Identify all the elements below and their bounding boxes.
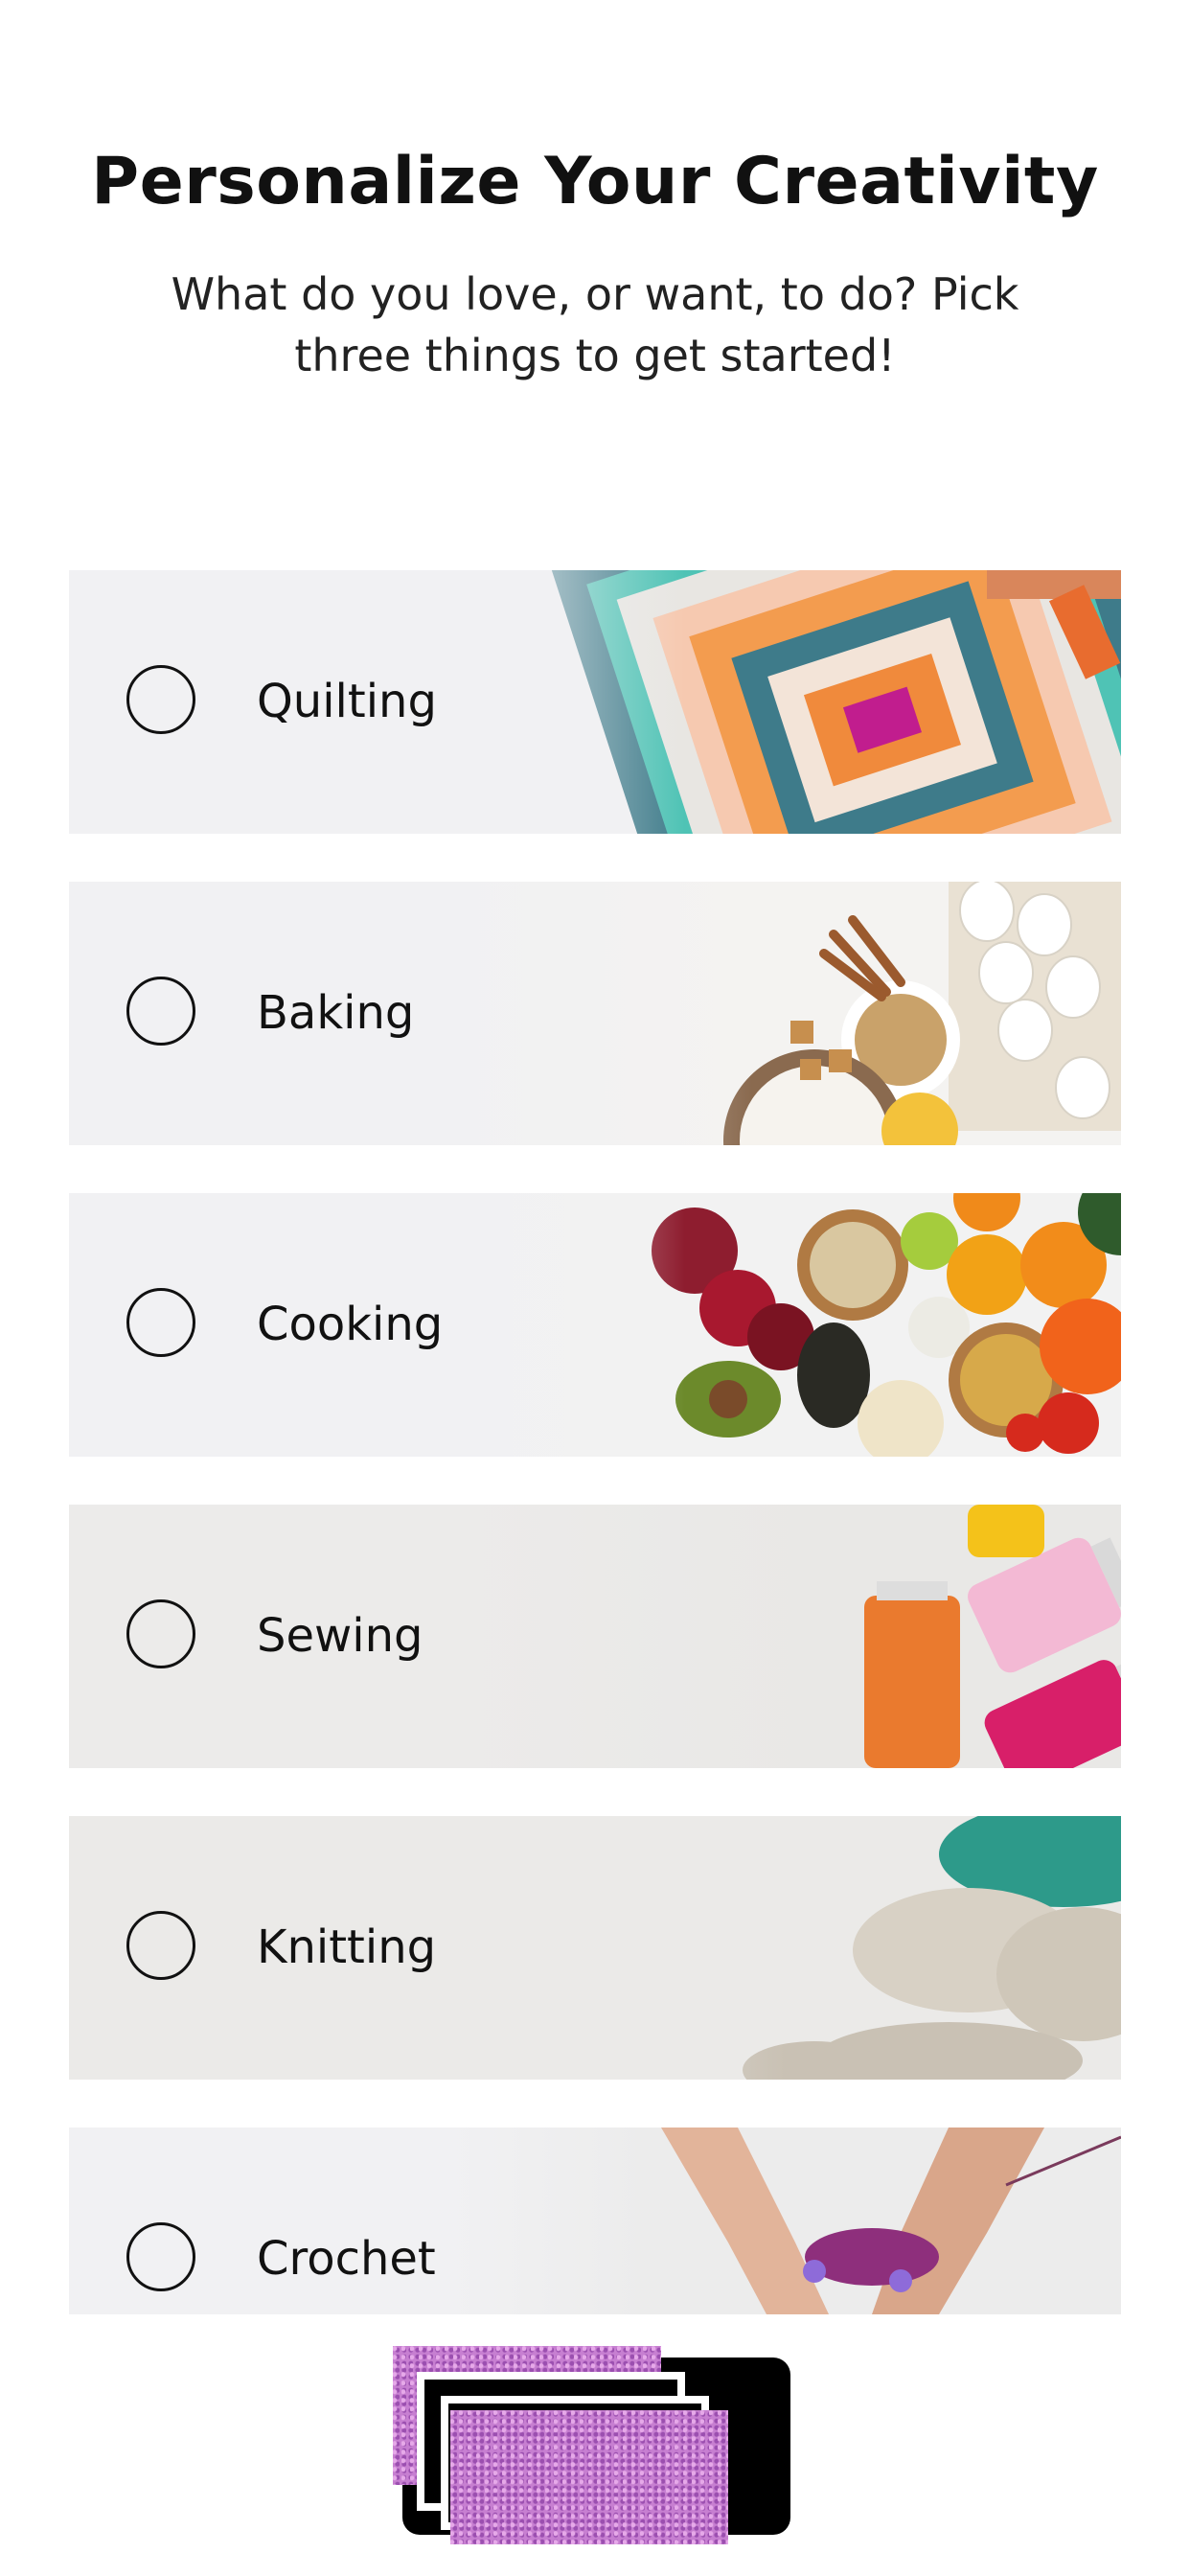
radio-button[interactable] [126, 665, 195, 734]
option-label: Quilting [257, 675, 437, 728]
option-label: Baking [257, 986, 415, 1040]
option-label: Cooking [257, 1298, 444, 1351]
option-sewing[interactable]: Sewing [69, 1505, 1121, 1768]
option-baking[interactable]: Baking [69, 882, 1121, 1145]
vegetables-image [450, 1193, 1121, 1457]
radio-button[interactable] [126, 1911, 195, 1980]
quilt-image [450, 570, 1121, 834]
yarn-skeins-image [450, 1816, 1121, 2080]
option-quilting[interactable]: Quilting [69, 570, 1121, 834]
radio-button[interactable] [126, 977, 195, 1046]
option-knitting[interactable]: Knitting [69, 1816, 1121, 2080]
baking-ingredients-image [450, 882, 1121, 1145]
page-title: Personalize Your Creativity [91, 144, 1099, 219]
option-cooking[interactable]: Cooking [69, 1193, 1121, 1457]
card-glitter-front [450, 2410, 728, 2544]
option-label: Sewing [257, 1609, 423, 1663]
card-stack-graphic [388, 2338, 800, 2549]
radio-button[interactable] [126, 2222, 195, 2291]
option-crochet[interactable]: Crochet [69, 2128, 1121, 2314]
crochet-hands-image [450, 2128, 1121, 2314]
radio-button[interactable] [126, 1599, 195, 1668]
thread-spools-image [450, 1505, 1121, 1768]
option-label: Crochet [257, 2232, 436, 2286]
option-label: Knitting [257, 1920, 437, 1974]
radio-button[interactable] [126, 1288, 195, 1357]
page-subtitle: What do you love, or want, to do? Pick t… [171, 268, 1019, 381]
